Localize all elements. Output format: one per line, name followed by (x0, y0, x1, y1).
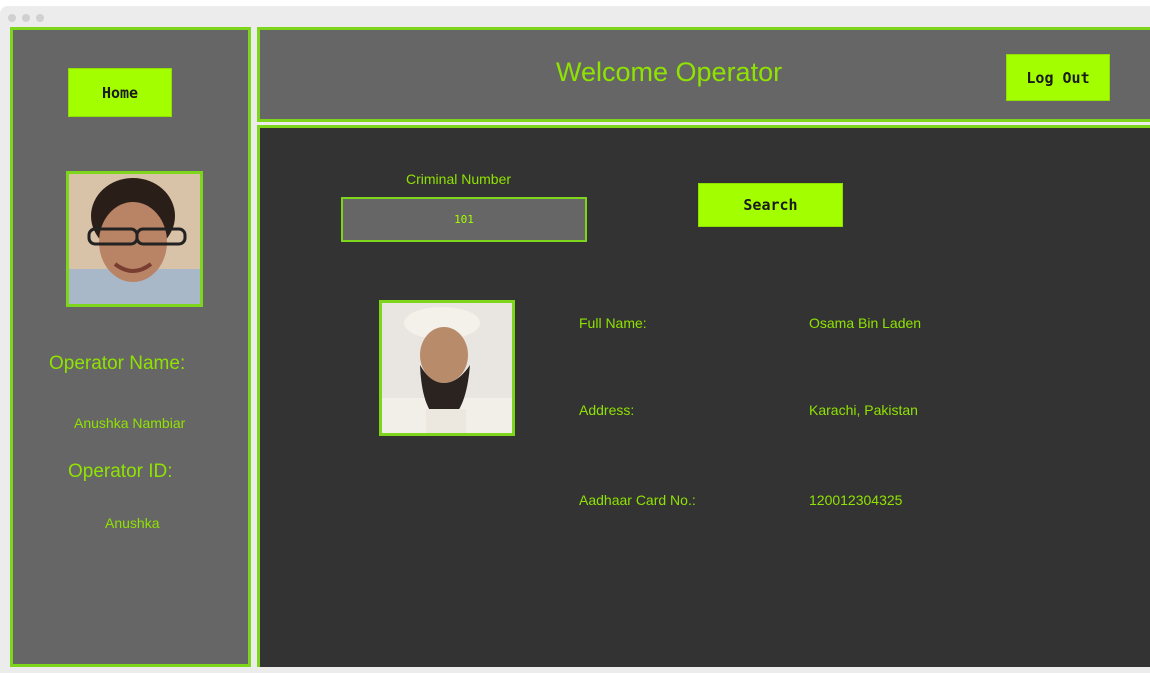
aadhaar-label: Aadhaar Card No.: (579, 492, 696, 508)
operator-name-value: Anushka Nambiar (74, 415, 186, 431)
address-value: Karachi, Pakistan (809, 402, 918, 418)
close-window-icon[interactable] (8, 14, 16, 22)
operator-id-value: Anushka (105, 515, 160, 531)
sidebar: Home Operator Name: Anushka Nambiar Oper… (10, 27, 251, 667)
search-button[interactable]: Search (698, 183, 843, 227)
operator-id-label: Operator ID: (68, 461, 173, 482)
full-name-label: Full Name: (579, 315, 647, 331)
operator-name-label: Operator Name: (49, 353, 186, 374)
maximize-window-icon[interactable] (36, 14, 44, 22)
criminal-number-input[interactable]: 101 (341, 197, 587, 242)
home-button[interactable]: Home (68, 68, 172, 117)
full-name-value: Osama Bin Laden (809, 315, 922, 331)
minimize-window-icon[interactable] (22, 14, 30, 22)
header-bar: Welcome Operator Log Out (257, 27, 1150, 122)
log-out-button[interactable]: Log Out (1006, 54, 1110, 101)
criminal-portrait-image (382, 303, 512, 433)
criminal-photo (379, 300, 515, 436)
aadhaar-value: 120012304325 (809, 492, 903, 508)
main-panel: Criminal Number 101 Search Full Name: Os… (257, 125, 1150, 667)
address-label: Address: (579, 402, 635, 418)
operator-photo (66, 171, 203, 307)
criminal-number-label: Criminal Number (406, 171, 512, 187)
page-title: Welcome Operator (556, 57, 783, 87)
operator-avatar-image (69, 174, 200, 304)
